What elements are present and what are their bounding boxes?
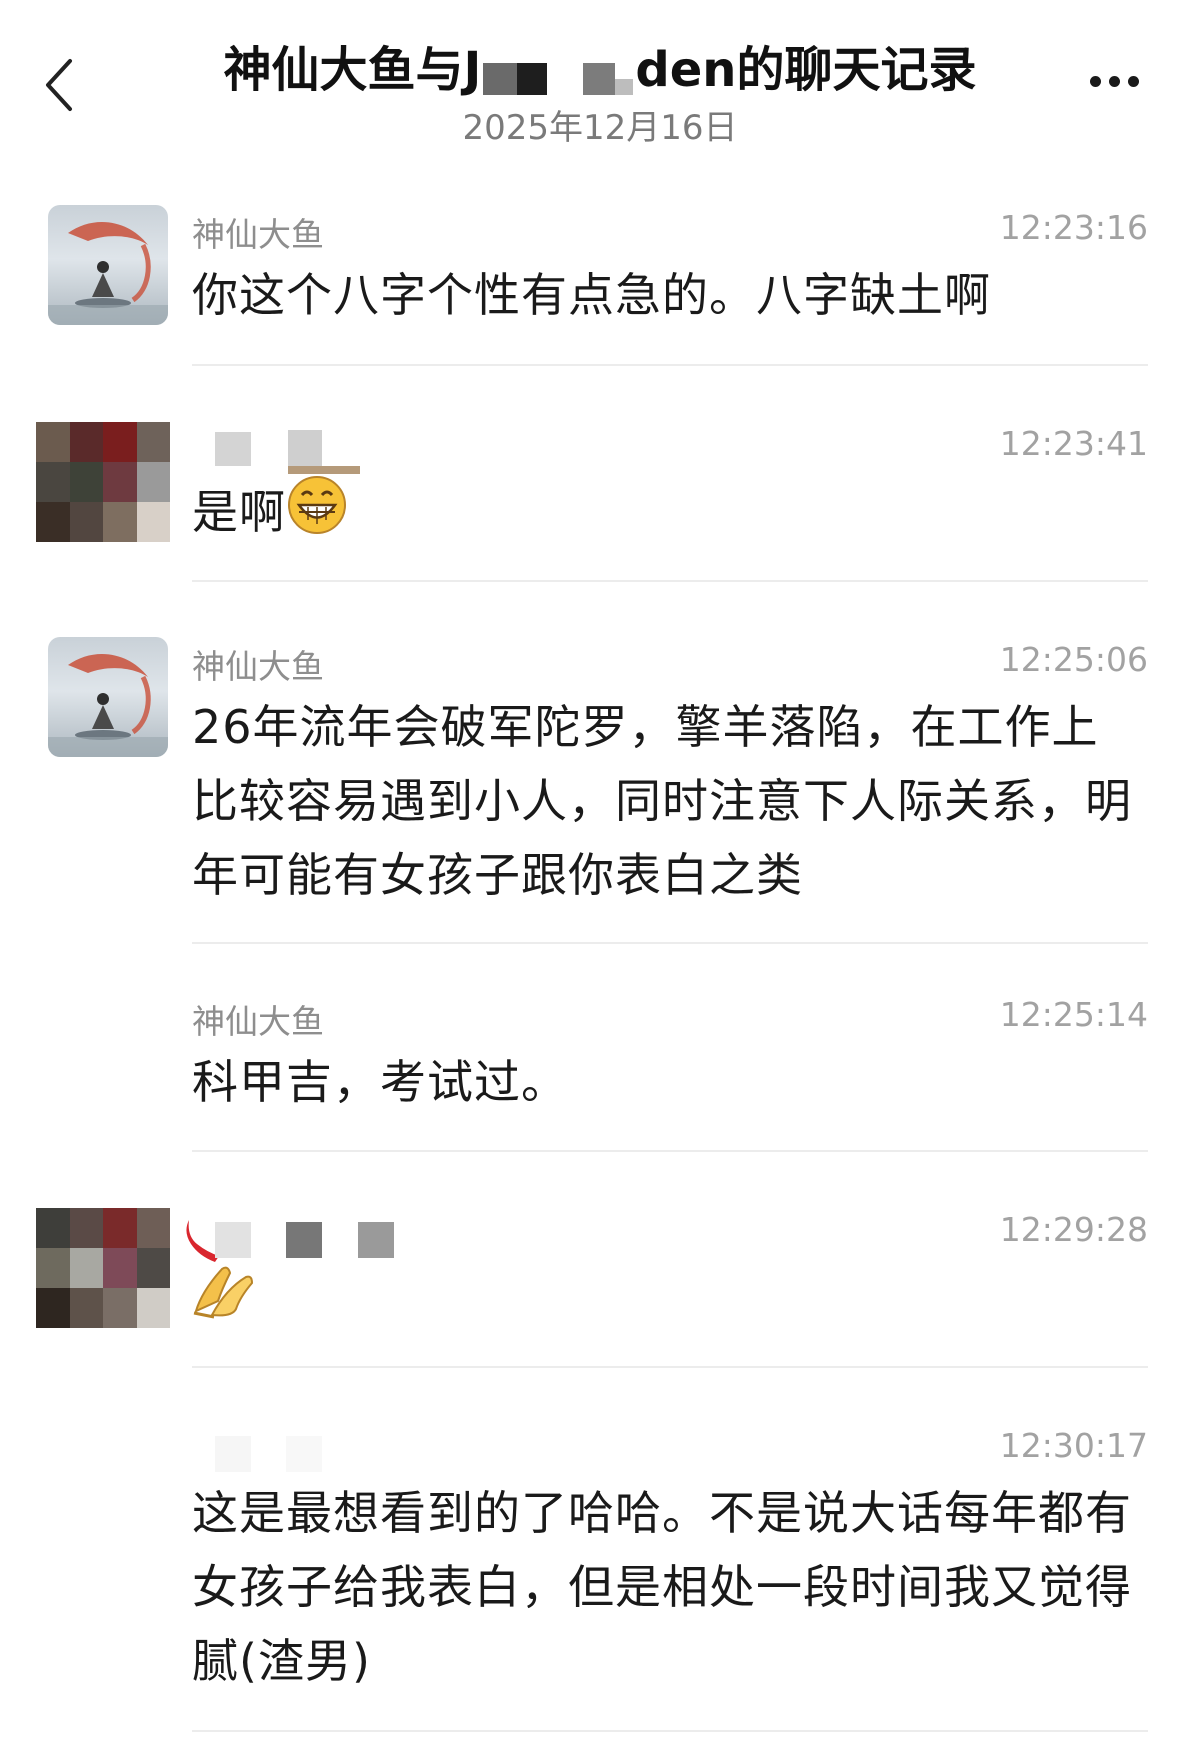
sender-name: 神仙大鱼	[192, 215, 324, 254]
redacted-sender	[215, 1222, 251, 1258]
message-text[interactable]: 这是最想看到的了哈哈。不是说大话每年都有女孩子给我表白，但是相处一段时间我又觉得…	[192, 1476, 1132, 1698]
chat-date: 2025年12月16日	[462, 108, 738, 148]
title-redaction	[483, 55, 634, 95]
sender-name: 神仙大鱼	[192, 1002, 324, 1041]
message-divider	[192, 1730, 1148, 1732]
message-text[interactable]: 你这个八字个性有点急的。八字缺土啊	[192, 258, 1132, 332]
message-divider	[192, 1366, 1148, 1368]
message-divider	[192, 580, 1148, 582]
back-button[interactable]	[40, 55, 80, 115]
message-text[interactable]: 是啊	[192, 474, 1132, 557]
page-title: 神仙大鱼与J den的聊天记录	[150, 30, 1050, 100]
more-dots-icon	[1090, 76, 1101, 87]
message-divider	[192, 942, 1148, 944]
redacted-sender	[288, 466, 360, 474]
more-button[interactable]	[1090, 72, 1150, 96]
message-divider	[192, 364, 1148, 366]
message-text[interactable]: 26年流年会破军陀罗，擎羊落陷，在工作上比较容易遇到小人，同时注意下人际关系，明…	[192, 690, 1132, 912]
message-text[interactable]: 科甲吉，考试过。	[192, 1045, 1132, 1119]
message-text[interactable]	[192, 1260, 1132, 1340]
fairy-avatar[interactable]	[48, 205, 168, 325]
redacted-sender	[215, 432, 251, 466]
redacted-sender	[215, 1436, 251, 1472]
redacted-sender	[286, 1222, 322, 1258]
message-time: 12:30:17	[999, 1426, 1148, 1465]
message-time: 12:25:14	[999, 995, 1148, 1034]
title-suffix: den的聊天记录	[635, 42, 977, 98]
blurred-avatar[interactable]	[36, 1208, 170, 1328]
blurred-avatar[interactable]	[36, 422, 170, 542]
redacted-sender	[288, 430, 322, 466]
folded-hands-icon	[192, 1261, 258, 1340]
chat-history-header: 神仙大鱼与J den的聊天记录 2025年12月16日	[0, 0, 1200, 150]
message-time: 12:25:06	[999, 640, 1148, 679]
redacted-sender	[286, 1436, 322, 1472]
title-prefix: 神仙大鱼与J	[223, 42, 482, 98]
message-time: 12:29:28	[999, 1210, 1148, 1249]
fairy-avatar[interactable]	[48, 637, 168, 757]
grinning-face-icon	[286, 474, 348, 557]
message-divider	[192, 1150, 1148, 1152]
sender-name: 神仙大鱼	[192, 647, 324, 686]
message-time: 12:23:16	[999, 208, 1148, 247]
redacted-sender	[358, 1222, 394, 1258]
chevron-left-icon	[46, 59, 72, 111]
message-time: 12:23:41	[999, 424, 1148, 463]
